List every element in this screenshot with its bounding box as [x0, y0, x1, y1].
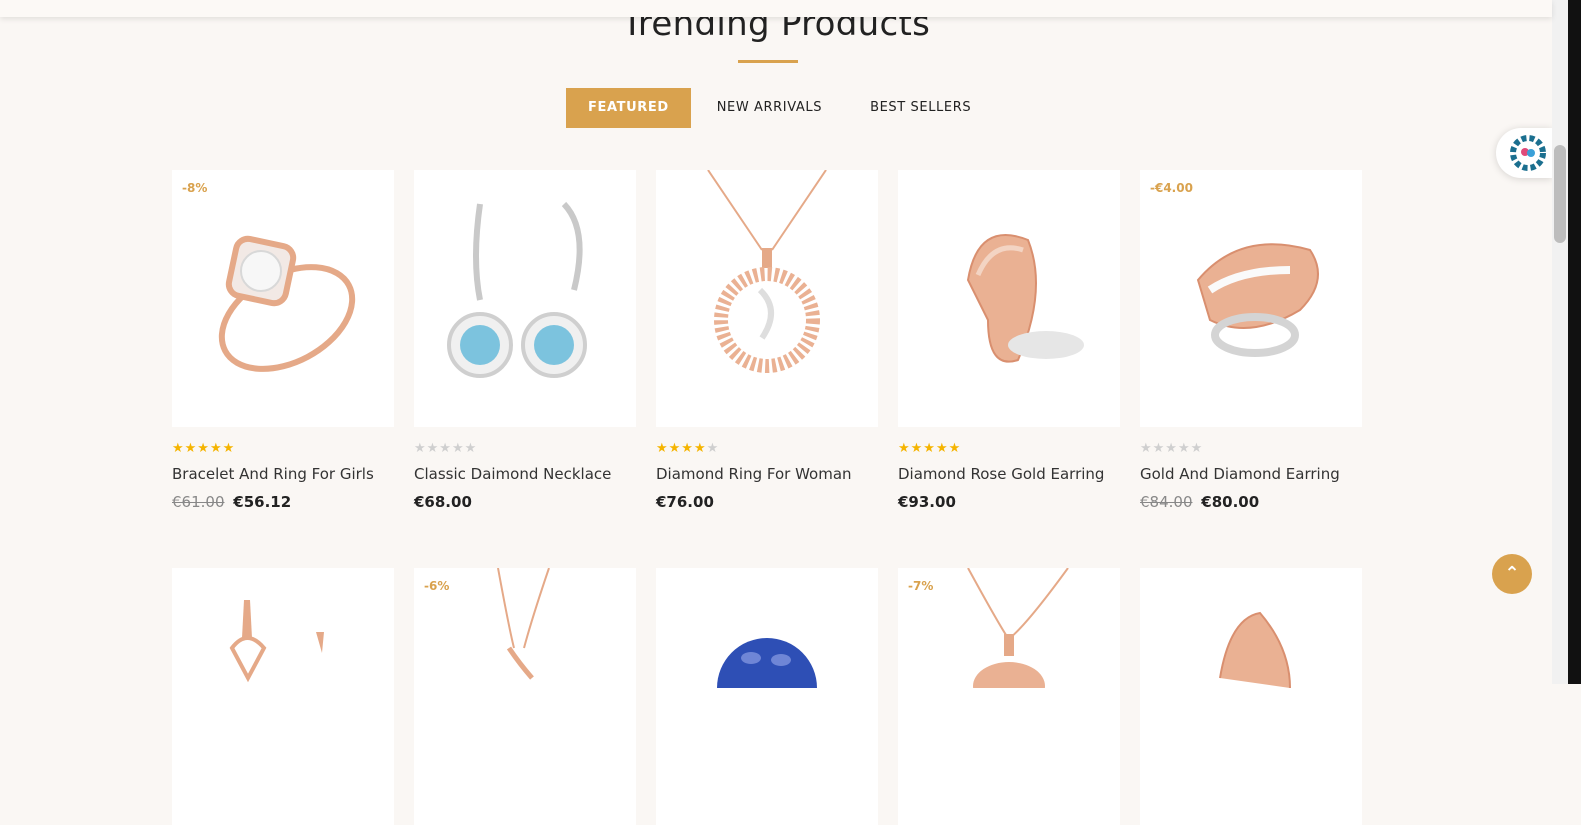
page-scrollbar[interactable] [1552, 0, 1568, 684]
product-image[interactable] [656, 170, 878, 427]
product-card[interactable]: ★★★★★ Diamond Ring For Woman €76.00 [656, 170, 878, 511]
product-image[interactable] [1140, 568, 1362, 825]
product-image[interactable]: -€4.00 [1140, 170, 1362, 427]
product-card[interactable]: -€4.00 ★★★★★ Gold And Diamond Earring €8… [1140, 170, 1362, 511]
current-price: €56.12 [233, 493, 292, 511]
product-name[interactable]: Classic Daimond Necklace [414, 465, 636, 483]
price-row: €68.00 [414, 493, 636, 511]
price-row: €76.00 [656, 493, 878, 511]
title-underline [738, 60, 798, 63]
product-card[interactable]: ★★★★★ Classic Daimond Necklace €68.00 [414, 170, 636, 511]
product-card[interactable]: -8% ★★★★★ Bracelet And Ring For Girls €6… [172, 170, 394, 511]
tab-featured[interactable]: FEATURED [566, 88, 691, 128]
product-name[interactable]: Diamond Ring For Woman [656, 465, 878, 483]
product-image[interactable] [898, 170, 1120, 427]
price-row: €84.00 €80.00 [1140, 493, 1362, 511]
accessibility-widget[interactable] [1496, 128, 1552, 178]
product-name[interactable]: Gold And Diamond Earring [1140, 465, 1362, 483]
old-price: €84.00 [1140, 493, 1193, 511]
product-image[interactable]: -8% [172, 170, 394, 427]
tab-best-sellers[interactable]: BEST SELLERS [848, 88, 993, 128]
discount-badge: -7% [908, 579, 934, 593]
product-image[interactable] [414, 170, 636, 427]
header-bar [0, 0, 1552, 17]
product-image[interactable]: -6% [414, 568, 636, 825]
current-price: €68.00 [414, 493, 472, 511]
rating-stars: ★★★★★ [414, 441, 478, 456]
earrings-icon [447, 201, 587, 378]
discount-badge: -6% [424, 579, 450, 593]
rating-stars: ★★★★★ [656, 441, 720, 456]
product-name[interactable]: Diamond Rose Gold Earring [898, 465, 1120, 483]
current-price: €76.00 [656, 493, 714, 511]
price-row: €61.00 €56.12 [172, 493, 394, 511]
old-price: €61.00 [172, 493, 225, 511]
scroll-to-top-button[interactable]: ⌃ [1492, 554, 1532, 594]
product-tabs: FEATURED NEW ARRIVALS BEST SELLERS [566, 88, 997, 128]
rating-stars: ★★★★★ [898, 441, 962, 456]
product-name[interactable]: Bracelet And Ring For Girls [172, 465, 394, 483]
product-card[interactable]: ★★★★★ Diamond Rose Gold Earring €93.00 [898, 170, 1120, 511]
shell-ring-icon [966, 234, 1084, 363]
rating-stars: ★★★★★ [1140, 441, 1204, 456]
pendant-icon [707, 170, 827, 373]
cocktail-ring-icon [1196, 243, 1319, 357]
product-card[interactable] [172, 568, 394, 825]
rating-stars: ★★★★★ [172, 441, 236, 456]
ring-icon [218, 235, 356, 372]
current-price: €80.00 [1201, 493, 1260, 511]
rose-gold-band-icon [1219, 611, 1291, 689]
double-chevron-up-icon: ⌃ [1504, 563, 1520, 584]
product-card[interactable] [656, 568, 878, 825]
window-edge [1568, 0, 1581, 684]
current-price: €93.00 [898, 493, 956, 511]
product-image[interactable]: -7% [898, 568, 1120, 825]
tab-new-arrivals[interactable]: NEW ARRIVALS [695, 88, 844, 128]
product-card[interactable]: -6% [414, 568, 636, 825]
accessibility-gear-icon [1510, 135, 1546, 171]
scrollbar-thumb[interactable] [1554, 145, 1566, 243]
product-image[interactable] [172, 568, 394, 825]
sapphire-ring-icon [717, 638, 817, 738]
product-card[interactable] [1140, 568, 1362, 825]
product-image[interactable] [656, 568, 878, 825]
price-row: €93.00 [898, 493, 1120, 511]
product-card[interactable]: -7% [898, 568, 1120, 825]
discount-badge: -8% [182, 181, 208, 195]
discount-badge: -€4.00 [1150, 181, 1193, 195]
drop-earrings-icon [229, 600, 324, 683]
